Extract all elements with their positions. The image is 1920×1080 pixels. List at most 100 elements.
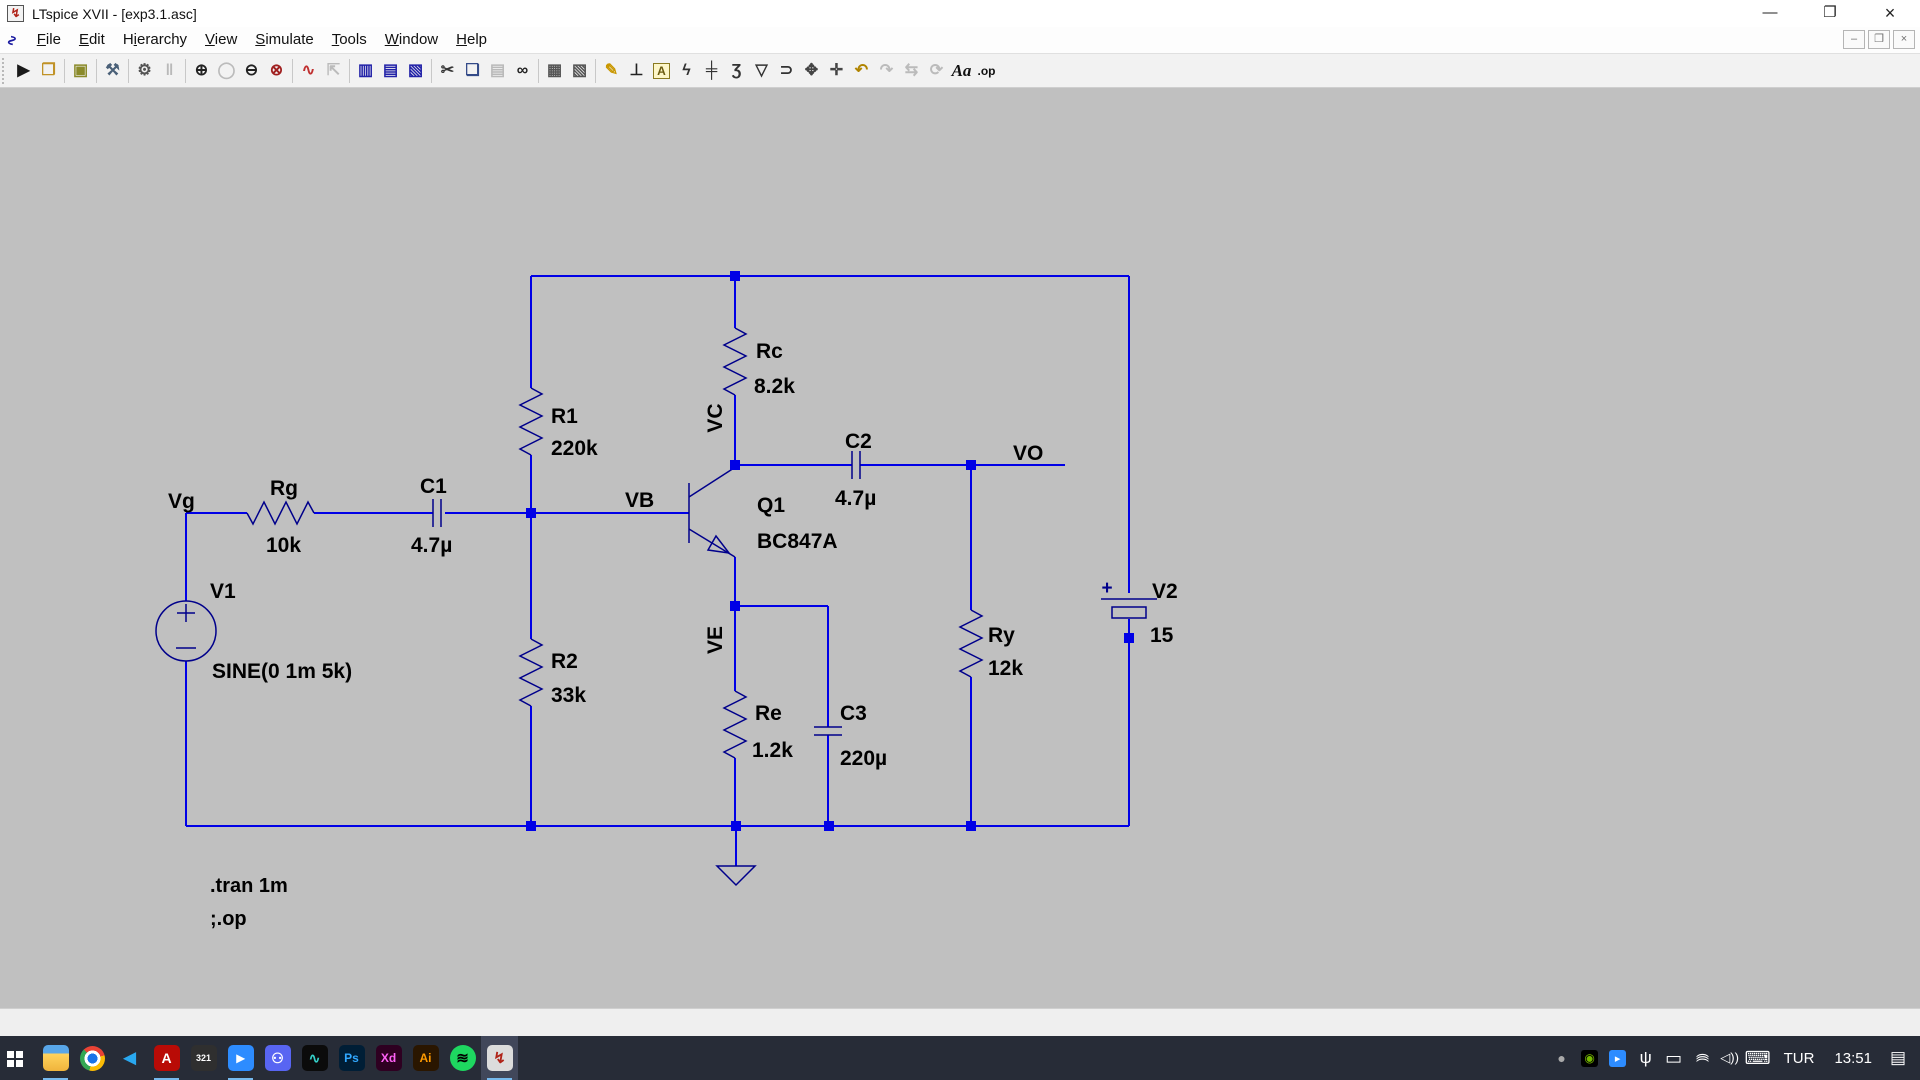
zoom-icon[interactable]: ▸ xyxy=(222,1036,259,1080)
schematic-svg[interactable]: + xyxy=(0,88,1920,1008)
label-V1[interactable]: V1 xyxy=(210,580,236,603)
zoom-out-icon[interactable]: ⊖ xyxy=(239,58,264,84)
ground-symbol[interactable] xyxy=(717,866,755,885)
net-label-vc[interactable]: VC xyxy=(704,403,727,432)
wifi-icon[interactable]: ))) xyxy=(1688,1036,1716,1080)
label-Ry[interactable]: Ry xyxy=(988,624,1015,647)
menu-hierarchy[interactable]: Hierarchy xyxy=(114,27,196,53)
spice-directive-icon[interactable]: .op xyxy=(974,58,999,84)
media-player-321-icon[interactable]: 321 xyxy=(185,1036,222,1080)
toolbar-grip[interactable] xyxy=(2,58,7,84)
mdi-restore-button[interactable]: ❐ xyxy=(1868,30,1890,49)
tile-windows-icon[interactable]: ▥ xyxy=(353,58,378,84)
label-V2[interactable]: V2 xyxy=(1152,580,1178,603)
net-label-ve[interactable]: VE xyxy=(704,626,727,654)
label-Q1[interactable]: Q1 xyxy=(757,494,785,517)
resistor-Re[interactable] xyxy=(724,691,746,758)
value-C3[interactable]: 220µ xyxy=(840,747,887,770)
halt-icon[interactable]: ⚙ xyxy=(132,58,157,84)
battery-icon[interactable]: ▭ xyxy=(1660,1036,1688,1080)
menu-view[interactable]: View xyxy=(196,27,246,53)
net-label-vo[interactable]: VO xyxy=(1013,442,1043,465)
label-Re[interactable]: Re xyxy=(755,702,782,725)
print-preview-icon[interactable]: ▧ xyxy=(567,58,592,84)
value-V1[interactable]: SINE(0 1m 5k) xyxy=(212,660,352,683)
zoom-full-extents-icon[interactable]: ⊗ xyxy=(264,58,289,84)
label-C1[interactable]: C1 xyxy=(420,475,447,498)
diode-icon[interactable]: ▽ xyxy=(749,58,774,84)
resistor-Ry[interactable] xyxy=(960,610,982,677)
substance-icon[interactable]: ∿ xyxy=(296,1036,333,1080)
clock[interactable]: 13:51 xyxy=(1826,1050,1880,1067)
inductor-icon[interactable]: Ʒ xyxy=(724,58,749,84)
text-icon[interactable]: Aa xyxy=(949,58,974,84)
vscode-icon[interactable]: ◄ xyxy=(111,1036,148,1080)
redo-icon[interactable]: ↷ xyxy=(874,58,899,84)
capacitor-C1[interactable] xyxy=(433,499,441,527)
start-button[interactable] xyxy=(0,1036,37,1080)
resistor-Rg[interactable] xyxy=(247,502,314,524)
value-Ry[interactable]: 12k xyxy=(988,657,1023,680)
value-R2[interactable]: 33k xyxy=(551,684,586,707)
menu-tools[interactable]: Tools xyxy=(323,27,376,53)
value-Q1[interactable]: BC847A xyxy=(757,530,838,553)
value-Re[interactable]: 1.2k xyxy=(752,739,793,762)
resistor-R2[interactable] xyxy=(520,639,542,706)
illustrator-icon[interactable]: Ai xyxy=(407,1036,444,1080)
photoshop-icon[interactable]: Ps xyxy=(333,1036,370,1080)
acrobat-icon[interactable]: A xyxy=(148,1036,185,1080)
net-label-vb[interactable]: VB xyxy=(625,489,654,512)
save-icon[interactable]: ▣ xyxy=(68,58,93,84)
close-button[interactable]: × xyxy=(1860,0,1920,27)
copy-icon[interactable]: ❏ xyxy=(460,58,485,84)
schematic-canvas[interactable]: + xyxy=(0,88,1920,1008)
menu-help[interactable]: Help xyxy=(447,27,496,53)
label-R2[interactable]: R2 xyxy=(551,650,578,673)
capacitor-C2[interactable] xyxy=(852,451,860,479)
label-R1[interactable]: R1 xyxy=(551,405,578,428)
wire-icon[interactable]: ✎ xyxy=(599,58,624,84)
net-label-icon[interactable]: A xyxy=(649,58,674,84)
zoom-in-icon[interactable]: ⊕ xyxy=(189,58,214,84)
cut-icon[interactable]: ✂ xyxy=(435,58,460,84)
spotify-icon[interactable]: ≋ xyxy=(444,1036,481,1080)
mdi-close-button[interactable]: × xyxy=(1893,30,1915,49)
waveform-icon[interactable]: ∿ xyxy=(296,58,321,84)
capacitor-icon[interactable]: ╪ xyxy=(699,58,724,84)
microphone-icon[interactable]: ψ xyxy=(1632,1036,1660,1080)
discord-icon[interactable]: ⚇ xyxy=(259,1036,296,1080)
move-icon[interactable]: ✥ xyxy=(799,58,824,84)
print-icon[interactable]: ▦ xyxy=(542,58,567,84)
open-icon[interactable]: ❒ xyxy=(36,58,61,84)
find-icon[interactable]: ∞ xyxy=(510,58,535,84)
component-icon[interactable]: ⊃ xyxy=(774,58,799,84)
wires[interactable] xyxy=(186,276,1129,866)
label-C3[interactable]: C3 xyxy=(840,702,867,725)
language-indicator[interactable]: TUR xyxy=(1776,1050,1823,1067)
net-label-vg[interactable]: Vg xyxy=(168,490,195,513)
keyboard-icon[interactable]: ⌨ xyxy=(1744,1036,1772,1080)
zoom-tray-icon[interactable]: ▸ xyxy=(1604,1036,1632,1080)
chrome-icon[interactable] xyxy=(74,1036,111,1080)
value-C1[interactable]: 4.7µ xyxy=(411,534,452,557)
adobe-xd-icon[interactable]: Xd xyxy=(370,1036,407,1080)
restore-button[interactable]: ❐ xyxy=(1800,0,1860,27)
value-C2[interactable]: 4.7µ xyxy=(835,487,876,510)
label-C2[interactable]: C2 xyxy=(845,430,872,453)
file-explorer-icon[interactable] xyxy=(37,1036,74,1080)
value-V2[interactable]: 15 xyxy=(1150,624,1174,647)
pause-icon[interactable]: ‖ xyxy=(157,58,182,84)
paste-icon[interactable]: ▤ xyxy=(485,58,510,84)
ground-icon[interactable]: ⊥ xyxy=(624,58,649,84)
ltspice-icon[interactable]: ↯ xyxy=(481,1036,518,1080)
value-Rg[interactable]: 10k xyxy=(266,534,301,557)
resistor-icon[interactable]: ϟ xyxy=(674,58,699,84)
resistor-Rc[interactable] xyxy=(724,328,746,395)
restore-windows-icon[interactable]: ▧ xyxy=(403,58,428,84)
transistor-Q1[interactable] xyxy=(689,468,735,557)
drag-icon[interactable]: ✛ xyxy=(824,58,849,84)
directive-tran[interactable]: .tran 1m xyxy=(210,875,288,897)
rotate-icon[interactable]: ⟳ xyxy=(924,58,949,84)
run-icon[interactable]: ▶ xyxy=(11,58,36,84)
volume-icon[interactable]: ◁)) xyxy=(1716,1036,1744,1080)
